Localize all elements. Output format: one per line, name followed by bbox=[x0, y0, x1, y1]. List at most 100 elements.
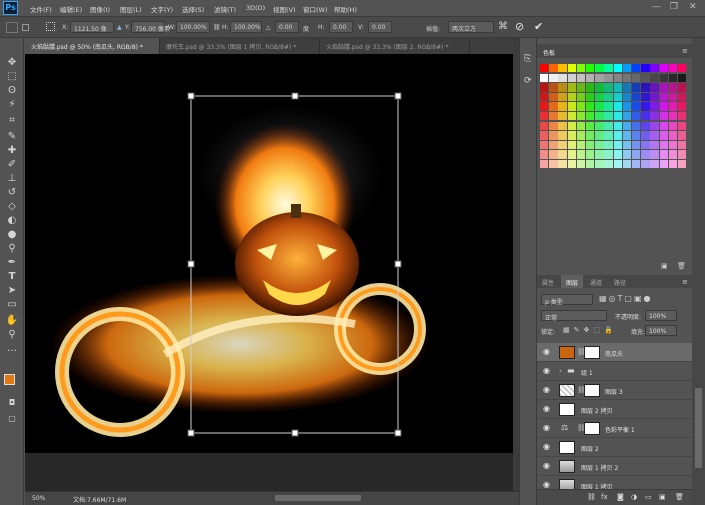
color-swatch[interactable] bbox=[659, 73, 668, 82]
color-swatch[interactable] bbox=[567, 73, 576, 82]
color-swatch[interactable] bbox=[586, 140, 595, 150]
color-swatch[interactable] bbox=[586, 64, 595, 73]
opacity-field[interactable]: 100% bbox=[645, 310, 677, 321]
layer-mask-thumbnail[interactable] bbox=[584, 422, 600, 435]
color-swatch[interactable] bbox=[558, 131, 567, 140]
minimize-icon[interactable]: — bbox=[652, 2, 661, 12]
color-swatch[interactable] bbox=[576, 160, 586, 169]
color-swatch[interactable] bbox=[540, 102, 549, 111]
more-tools-icon[interactable]: … bbox=[5, 342, 19, 356]
pen-tool-icon[interactable]: ✒ bbox=[5, 256, 19, 270]
color-swatch[interactable] bbox=[540, 112, 549, 121]
clone-stamp-icon[interactable]: ⊥ bbox=[5, 172, 19, 186]
layer-filter-icons[interactable]: ▦◎T▢▣● bbox=[599, 294, 653, 303]
move-tool-icon[interactable] bbox=[6, 22, 18, 33]
tab-channels[interactable]: 通道 bbox=[585, 275, 607, 288]
color-swatch[interactable] bbox=[604, 83, 613, 92]
zoom-tool-icon[interactable]: ⚲ bbox=[5, 328, 19, 342]
layer-name[interactable]: 图层 3 bbox=[605, 387, 623, 396]
maximize-icon[interactable]: ❐ bbox=[670, 2, 678, 12]
new-layer-icon[interactable]: ▣ bbox=[659, 493, 666, 501]
color-swatch[interactable] bbox=[576, 102, 586, 111]
path-selection-icon[interactable]: ➤ bbox=[5, 284, 19, 298]
reference-grid-icon[interactable] bbox=[46, 22, 55, 31]
color-swatch[interactable] bbox=[567, 150, 576, 159]
color-swatch[interactable] bbox=[576, 140, 586, 150]
color-swatch[interactable] bbox=[678, 73, 687, 82]
color-swatch[interactable] bbox=[540, 73, 549, 82]
color-swatch[interactable] bbox=[549, 140, 558, 150]
eraser-tool-icon[interactable]: ◇ bbox=[5, 200, 19, 214]
color-swatch[interactable] bbox=[659, 131, 668, 140]
color-swatch[interactable] bbox=[613, 160, 622, 169]
color-swatch[interactable] bbox=[641, 83, 650, 92]
color-swatch[interactable] bbox=[650, 64, 659, 73]
color-swatch[interactable] bbox=[595, 140, 604, 150]
zoom-level[interactable]: 50% bbox=[32, 495, 45, 502]
color-swatch[interactable] bbox=[576, 112, 586, 121]
color-swatch[interactable] bbox=[641, 121, 650, 130]
color-swatch[interactable] bbox=[613, 121, 622, 130]
color-swatch[interactable] bbox=[659, 121, 668, 130]
color-swatch[interactable] bbox=[595, 102, 604, 111]
layer-name[interactable]: 色彩平衡 1 bbox=[605, 425, 635, 434]
color-swatch[interactable] bbox=[678, 64, 687, 73]
color-swatch[interactable] bbox=[567, 102, 576, 111]
color-swatch[interactable] bbox=[659, 140, 668, 150]
color-swatch[interactable] bbox=[632, 92, 641, 102]
color-swatch[interactable] bbox=[576, 64, 586, 73]
color-swatch[interactable] bbox=[668, 83, 678, 92]
visibility-eye-icon[interactable]: ◉ bbox=[543, 443, 551, 451]
color-swatch[interactable] bbox=[668, 73, 678, 82]
color-swatch[interactable] bbox=[659, 92, 668, 102]
color-swatch[interactable] bbox=[641, 102, 650, 111]
color-swatch[interactable] bbox=[678, 131, 687, 140]
color-swatch[interactable] bbox=[558, 102, 567, 111]
color-swatch[interactable] bbox=[613, 92, 622, 102]
menu-3d[interactable]: 3D(D) bbox=[246, 4, 265, 12]
canvas-area[interactable] bbox=[25, 54, 513, 491]
color-swatch[interactable] bbox=[595, 150, 604, 159]
color-swatch[interactable] bbox=[595, 131, 604, 140]
color-swatch[interactable] bbox=[595, 160, 604, 169]
color-swatch[interactable] bbox=[632, 102, 641, 111]
color-swatch[interactable] bbox=[558, 140, 567, 150]
color-swatch[interactable] bbox=[668, 92, 678, 102]
color-swatch[interactable] bbox=[595, 92, 604, 102]
color-swatch[interactable] bbox=[604, 112, 613, 121]
color-swatch[interactable] bbox=[659, 160, 668, 169]
h-field[interactable]: 100.00% bbox=[230, 21, 262, 33]
color-swatch[interactable] bbox=[540, 160, 549, 169]
actions-panel-icon[interactable]: ⟳ bbox=[524, 76, 532, 86]
color-swatch[interactable] bbox=[549, 102, 558, 111]
color-swatch[interactable] bbox=[650, 121, 659, 130]
type-tool-icon[interactable]: T bbox=[5, 270, 19, 284]
color-swatch[interactable] bbox=[540, 121, 549, 130]
move-tool-icon[interactable]: ✥ bbox=[5, 56, 19, 70]
color-swatch[interactable] bbox=[604, 160, 613, 169]
color-swatch[interactable] bbox=[632, 73, 641, 82]
lock-icons[interactable]: ▦✎✥⬚🔒 bbox=[563, 326, 617, 334]
menu-edit[interactable]: 编辑(E) bbox=[60, 4, 82, 14]
color-swatch[interactable] bbox=[622, 112, 632, 121]
color-swatch[interactable] bbox=[613, 131, 622, 140]
color-swatch[interactable] bbox=[622, 150, 632, 159]
color-swatch[interactable] bbox=[650, 73, 659, 82]
color-swatch[interactable] bbox=[586, 73, 595, 82]
doc-tab-2[interactable]: 摩托车.psd @ 33.3% (图层 1 拷贝, RGB/8#) * bbox=[160, 38, 320, 54]
panel-menu-icon[interactable]: ≡ bbox=[682, 47, 688, 55]
color-swatch[interactable] bbox=[604, 121, 613, 130]
menu-filter[interactable]: 滤镜(T) bbox=[214, 4, 236, 14]
tab-paths[interactable]: 路径 bbox=[609, 275, 631, 288]
layer-name[interactable]: 图层 2 拷贝 bbox=[581, 406, 613, 415]
color-swatch[interactable] bbox=[622, 131, 632, 140]
color-swatch[interactable] bbox=[558, 121, 567, 130]
blur-tool-icon[interactable]: ● bbox=[5, 228, 19, 242]
color-swatch[interactable] bbox=[604, 140, 613, 150]
color-swatch[interactable] bbox=[678, 112, 687, 121]
color-swatch[interactable] bbox=[567, 112, 576, 121]
menu-layer[interactable]: 图层(L) bbox=[120, 4, 142, 14]
color-swatch[interactable] bbox=[632, 160, 641, 169]
visibility-eye-icon[interactable]: ◉ bbox=[543, 462, 551, 470]
color-swatch[interactable] bbox=[540, 92, 549, 102]
